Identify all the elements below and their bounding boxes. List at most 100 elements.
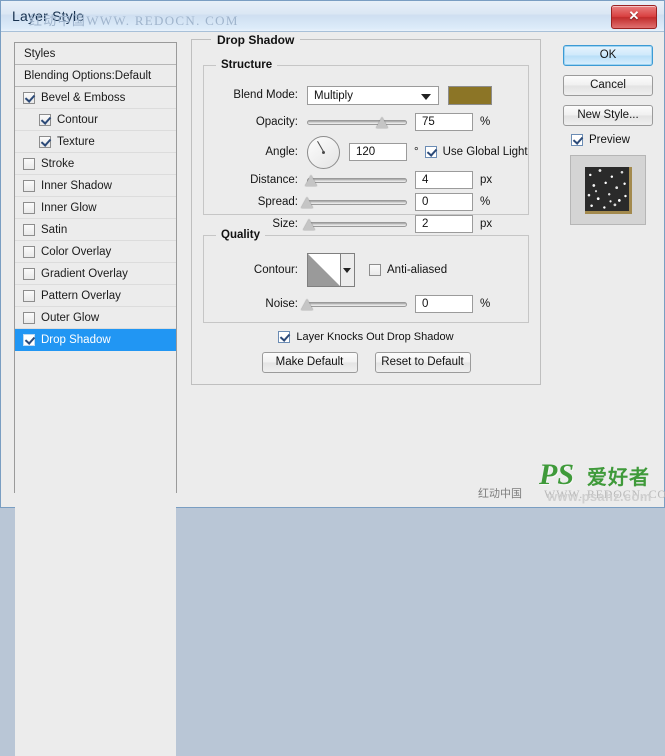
use-global-light-label: Use Global Light [442, 146, 528, 158]
layer-knocks-out-row[interactable]: Layer Knocks Out Drop Shadow [191, 331, 541, 343]
structure-group: Structure Blend Mode: Multiply Opacity: [203, 59, 529, 233]
angle-unit: ° [414, 146, 419, 158]
checkbox-contour[interactable] [39, 113, 51, 126]
style-item-label: Pattern Overlay [41, 289, 121, 302]
angle-dial[interactable] [307, 135, 340, 169]
checkbox-gradient-overlay[interactable] [23, 267, 35, 280]
spread-row: Spread: 0 % [214, 192, 490, 212]
distance-label: Distance: [250, 174, 298, 186]
checkbox-texture[interactable] [39, 135, 51, 148]
distance-slider[interactable] [305, 173, 407, 187]
chevron-down-icon [421, 93, 431, 100]
style-item-label: Drop Shadow [41, 333, 111, 346]
style-item-label: Gradient Overlay [41, 267, 128, 280]
angle-label: Angle: [265, 146, 298, 158]
noise-label: Noise: [265, 298, 298, 310]
angle-dial-center [322, 150, 325, 154]
size-slider-thumb[interactable] [303, 219, 315, 230]
close-button[interactable]: ✕ [611, 5, 657, 29]
style-item-inner-glow[interactable]: Inner Glow [15, 197, 176, 219]
style-item-stroke[interactable]: Stroke [15, 153, 176, 175]
checkbox-inner-shadow[interactable] [23, 179, 35, 192]
style-item-inner-shadow[interactable]: Inner Shadow [15, 175, 176, 197]
distance-slider-thumb[interactable] [305, 175, 317, 186]
noise-row: Noise: 0 % [214, 294, 490, 314]
contour-curve-thumbnail [308, 254, 341, 286]
style-item-label: Bevel & Emboss [41, 91, 126, 104]
checkbox-outer-glow[interactable] [23, 311, 35, 324]
checkbox-anti-aliased[interactable] [369, 264, 381, 276]
checkbox-use-global-light[interactable] [424, 146, 437, 158]
blend-mode-label: Blend Mode: [233, 89, 298, 101]
preview-label: Preview [589, 134, 630, 146]
checkbox-bevel-emboss[interactable] [23, 91, 35, 104]
styles-items-container: Bevel & Emboss Contour Texture Stroke In… [15, 87, 176, 756]
style-item-outer-glow[interactable]: Outer Glow [15, 307, 176, 329]
preview-thumbnail-frame [570, 155, 646, 225]
watermark-bottom-redocn: WWW. REDOCN. COM [544, 487, 665, 501]
opacity-slider[interactable] [307, 115, 407, 129]
spread-slider-thumb[interactable] [301, 197, 313, 208]
distance-input[interactable]: 4 [415, 171, 473, 189]
angle-row: Angle: 120 ° Use Global Light [214, 135, 528, 169]
checkbox-stroke[interactable] [23, 157, 35, 170]
ok-button[interactable]: OK [563, 45, 653, 66]
new-style-button[interactable]: New Style... [563, 105, 653, 126]
contour-dropdown-arrow[interactable] [341, 254, 354, 286]
noise-slider-thumb[interactable] [301, 299, 313, 310]
checkbox-pattern-overlay[interactable] [23, 289, 35, 302]
size-input[interactable]: 2 [415, 215, 473, 233]
style-item-contour[interactable]: Contour [15, 109, 176, 131]
style-item-label: Texture [57, 135, 95, 148]
style-item-drop-shadow[interactable]: Drop Shadow [15, 329, 176, 351]
reset-to-default-button[interactable]: Reset to Default [374, 352, 471, 373]
noise-slider[interactable] [301, 297, 407, 311]
style-item-gradient-overlay[interactable]: Gradient Overlay [15, 263, 176, 285]
spread-label: Spread: [257, 196, 298, 208]
blending-options-row[interactable]: Blending Options:Default [15, 65, 176, 87]
style-item-pattern-overlay[interactable]: Pattern Overlay [15, 285, 176, 307]
spread-unit: % [480, 196, 491, 208]
make-default-button[interactable]: Make Default [261, 352, 358, 373]
style-item-label: Satin [41, 223, 68, 236]
angle-input[interactable]: 120 [349, 143, 407, 161]
checkbox-preview[interactable] [571, 134, 583, 146]
distance-slider-track [307, 178, 407, 183]
style-item-bevel-emboss[interactable]: Bevel & Emboss [15, 87, 176, 109]
style-item-texture[interactable]: Texture [15, 131, 176, 153]
contour-label: Contour: [253, 264, 298, 276]
layer-style-dialog: Layer Style 红动中国WWW. REDOCN. COM ✕ Style… [0, 0, 665, 756]
checkbox-inner-glow[interactable] [23, 201, 35, 214]
contour-row: Contour: Anti-aliased [214, 253, 447, 287]
checkbox-drop-shadow[interactable] [23, 333, 35, 346]
structure-group-title: Structure [216, 59, 278, 71]
shadow-color-swatch[interactable] [448, 85, 492, 105]
opacity-input[interactable]: 75 [415, 113, 473, 131]
style-item-label: Outer Glow [41, 311, 100, 324]
opacity-slider-thumb[interactable] [376, 117, 388, 128]
cancel-button[interactable]: Cancel [563, 75, 653, 96]
style-item-satin[interactable]: Satin [15, 219, 176, 241]
preview-thumbnail [584, 166, 632, 214]
quality-group-title: Quality [216, 229, 265, 241]
contour-picker[interactable] [307, 253, 355, 287]
close-icon: ✕ [628, 8, 640, 23]
opacity-label: Opacity: [255, 116, 298, 128]
noise-unit: % [480, 298, 491, 310]
spread-input[interactable]: 0 [415, 193, 473, 211]
checkbox-satin[interactable] [23, 223, 35, 236]
anti-aliased-checkbox-row[interactable]: Anti-aliased [369, 264, 447, 276]
checkbox-color-overlay[interactable] [23, 245, 35, 258]
checkbox-layer-knocks-out[interactable] [278, 331, 291, 343]
style-item-color-overlay[interactable]: Color Overlay [15, 241, 176, 263]
use-global-light-checkbox-row[interactable]: Use Global Light [424, 146, 528, 158]
quality-group: Quality Contour: Anti-aliased Noise: 0 % [203, 229, 529, 323]
size-slider[interactable] [303, 217, 407, 231]
title-bar: Layer Style 红动中国WWW. REDOCN. COM ✕ [1, 1, 664, 32]
blend-mode-dropdown[interactable]: Multiply [307, 85, 439, 105]
preview-checkbox-row[interactable]: Preview [571, 134, 653, 146]
spread-slider[interactable] [301, 195, 407, 209]
noise-input[interactable]: 0 [415, 295, 473, 313]
styles-list-panel[interactable]: Styles Blending Options:Default Bevel & … [14, 42, 177, 756]
opacity-unit: % [480, 116, 491, 128]
